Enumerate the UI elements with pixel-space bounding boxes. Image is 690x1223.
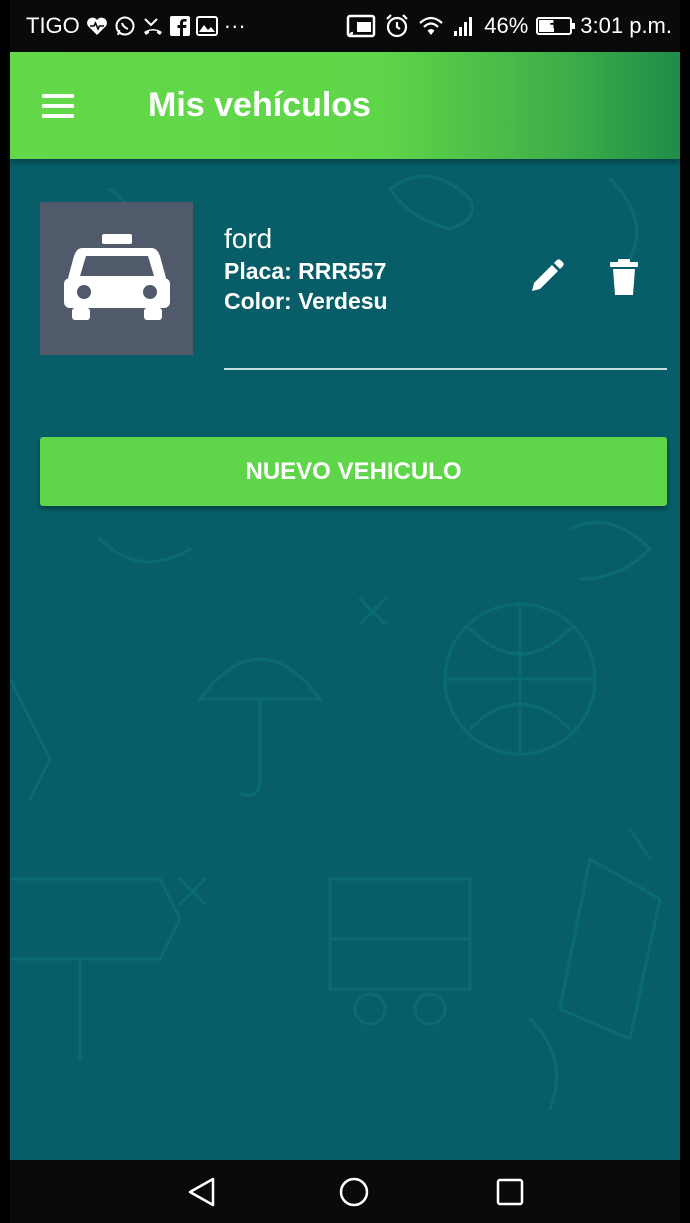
signal-icon bbox=[452, 15, 476, 37]
more-notifications-indicator: ··· bbox=[223, 13, 246, 38]
alarm-icon bbox=[384, 13, 410, 39]
vehicle-color: Color: Verdesu bbox=[224, 288, 388, 314]
app-screen: TIGO ··· 46% + 3:01 p.m. Mis vehículos f… bbox=[10, 0, 680, 1223]
home-circle-icon[interactable] bbox=[338, 1176, 370, 1208]
missed-call-icon bbox=[142, 15, 164, 37]
page-title: Mis vehículos bbox=[148, 86, 371, 124]
vehicle-name: ford bbox=[224, 223, 273, 254]
whatsapp-icon bbox=[114, 15, 136, 37]
trash-icon bbox=[610, 259, 638, 295]
vehicle-details: ford Placa: RRR557 Color: Verdesu bbox=[224, 222, 388, 316]
list-divider bbox=[224, 368, 667, 370]
vehicle-plate: Placa: RRR557 bbox=[224, 258, 387, 284]
back-triangle-icon[interactable] bbox=[186, 1176, 218, 1208]
status-bar-right: 46% + 3:01 p.m. bbox=[346, 0, 672, 52]
battery-percent: 46% bbox=[484, 13, 529, 38]
status-bar-left: TIGO ··· bbox=[26, 0, 246, 52]
facebook-icon bbox=[169, 16, 190, 36]
battery-charging-icon: + bbox=[536, 16, 576, 35]
cast-icon bbox=[346, 14, 376, 38]
pencil-icon bbox=[532, 259, 564, 291]
charging-plus-icon: + bbox=[549, 16, 559, 33]
vehicle-list-item[interactable]: ford Placa: RRR557 Color: Verdesu bbox=[40, 202, 667, 372]
gallery-icon bbox=[195, 16, 218, 36]
status-bar: TIGO ··· 46% + 3:01 p.m. bbox=[10, 0, 680, 52]
delete-vehicle-button[interactable] bbox=[604, 257, 644, 297]
hamburger-menu-icon[interactable] bbox=[42, 84, 86, 128]
edit-vehicle-button[interactable] bbox=[526, 257, 566, 297]
vehicle-thumbnail bbox=[40, 202, 193, 355]
health-heart-icon bbox=[86, 16, 108, 36]
wifi-icon bbox=[418, 15, 444, 37]
taxi-icon bbox=[63, 233, 170, 320]
recent-apps-square-icon[interactable] bbox=[494, 1176, 526, 1208]
new-vehicle-button[interactable]: NUEVO VEHICULO bbox=[40, 437, 667, 506]
clock: 3:01 p.m. bbox=[580, 13, 672, 38]
app-bar: Mis vehículos bbox=[10, 52, 680, 159]
navigation-bar bbox=[10, 1160, 680, 1223]
carrier-name: TIGO bbox=[26, 13, 80, 38]
